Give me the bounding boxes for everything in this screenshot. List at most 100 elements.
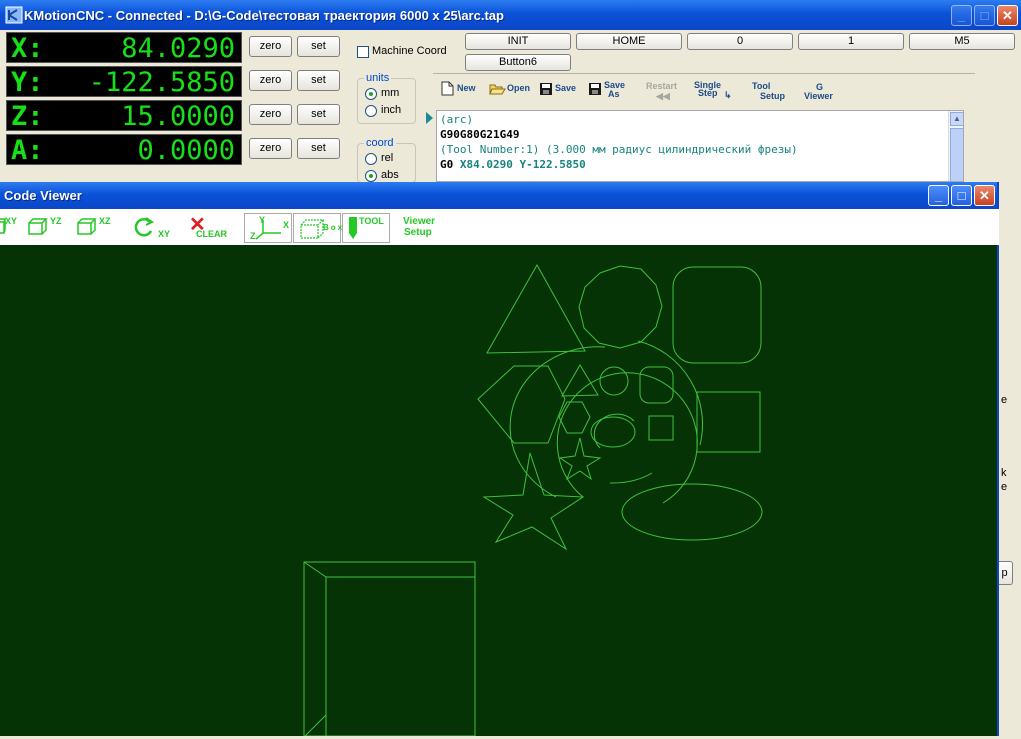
- view-xy-label: XY: [5, 216, 18, 226]
- partial-label: k: [1001, 467, 1007, 479]
- dro-value: 0.0000: [137, 135, 235, 166]
- set-z-button[interactable]: set: [297, 104, 340, 125]
- main-title-bar[interactable]: KMotionCNC - Connected - D:\G-Code\тесто…: [0, 0, 1021, 30]
- single-step-button[interactable]: Single Step ↳: [694, 80, 738, 102]
- show-tool-toggle[interactable]: TOOL: [342, 213, 390, 243]
- save-button[interactable]: Save: [539, 81, 583, 101]
- toolpath-drawing: [303, 263, 763, 737]
- save-disk-icon: [540, 83, 552, 95]
- stock-box-edge: [303, 561, 475, 736]
- coord-abs-label: abs: [381, 169, 399, 181]
- gcode-line: (Tool Number:1) (3.000 мм радиус цилиндр…: [440, 143, 798, 156]
- show-axes-toggle[interactable]: Y X Z: [244, 213, 292, 243]
- zero-a-button[interactable]: zero: [249, 138, 292, 159]
- dro-z: Z: 15.0000: [6, 100, 242, 132]
- toolpath-small-hexagon: [558, 401, 591, 434]
- g-viewer-button[interactable]: G Viewer: [802, 83, 842, 103]
- partial-label: e: [1001, 481, 1008, 493]
- toolpath-triangle: [486, 263, 586, 354]
- set-x-button[interactable]: set: [297, 36, 340, 57]
- axis-z-label: Z: [250, 231, 256, 241]
- units-mm-label: mm: [381, 87, 400, 99]
- single-step-label-2: Step: [698, 88, 718, 98]
- toolpath-arc: [556, 372, 698, 504]
- toolpath-canvas[interactable]: [0, 245, 997, 737]
- user-button-1[interactable]: 1: [798, 33, 904, 50]
- code-viewer-title-bar[interactable]: Code Viewer _ □ ✕: [0, 182, 999, 209]
- open-button[interactable]: Open: [489, 81, 535, 101]
- toolpath-square: [696, 391, 761, 453]
- cv-minimize-button[interactable]: _: [928, 185, 949, 206]
- toolpath-hexagon: [477, 365, 566, 444]
- tool-cutter-icon: [349, 217, 357, 239]
- m5-button[interactable]: M5: [909, 33, 1015, 50]
- units-group-title: units: [364, 72, 392, 84]
- toolpath-polygon: [578, 265, 663, 349]
- clear-label: CLEAR: [196, 229, 227, 239]
- tool-setup-button[interactable]: Tool Setup: [750, 81, 794, 103]
- cv-close-button[interactable]: ✕: [974, 185, 995, 206]
- open-folder-icon: [489, 84, 506, 95]
- gcode-command: G0: [440, 158, 454, 171]
- dro-value: 84.0290: [121, 33, 235, 64]
- rewind-icon: ◀◀: [656, 91, 670, 101]
- zero-y-button[interactable]: zero: [249, 70, 292, 91]
- partial-button[interactable]: p: [997, 561, 1013, 585]
- coord-abs-radio[interactable]: [365, 170, 377, 182]
- close-button[interactable]: ✕: [997, 5, 1018, 26]
- scrollbar-thumb[interactable]: [950, 128, 963, 181]
- viewer-setup-button[interactable]: Viewer Setup: [402, 216, 444, 240]
- dro-y: Y: -122.5850: [6, 66, 242, 98]
- init-button[interactable]: INIT: [465, 33, 571, 50]
- dro-axis-label: X:: [11, 33, 44, 64]
- view-xy-button[interactable]: XY: [0, 216, 22, 238]
- minimize-button[interactable]: _: [951, 5, 972, 26]
- gcode-line: (arc): [440, 113, 474, 126]
- restart-button[interactable]: Restart ◀◀: [644, 81, 686, 103]
- units-group: [357, 78, 416, 124]
- view-yz-button[interactable]: YZ: [28, 216, 70, 238]
- coord-rel-radio[interactable]: [365, 153, 377, 165]
- dro-value: -122.5850: [88, 67, 235, 98]
- toolpath-small-square: [648, 415, 674, 441]
- stock-box: [303, 561, 476, 737]
- gcode-scrollbar[interactable]: ▲: [948, 111, 963, 181]
- show-box-toggle[interactable]: Box: [293, 213, 342, 243]
- home-button[interactable]: HOME: [576, 33, 682, 50]
- view-xz-button[interactable]: XZ: [77, 216, 119, 238]
- units-mm-radio[interactable]: [365, 88, 377, 100]
- machine-coord-checkbox[interactable]: [357, 46, 369, 58]
- new-button[interactable]: New: [441, 81, 481, 101]
- save-as-button[interactable]: Save As: [588, 81, 632, 101]
- zero-z-button[interactable]: zero: [249, 104, 292, 125]
- clear-button[interactable]: ✕ CLEAR: [189, 214, 233, 241]
- set-a-button[interactable]: set: [297, 138, 340, 159]
- button6[interactable]: Button6: [465, 54, 571, 71]
- cube-yz-icon: [28, 218, 48, 235]
- scroll-up-icon[interactable]: ▲: [950, 112, 963, 126]
- rotate-xy-button[interactable]: XY: [134, 216, 174, 240]
- toolpath-star: [482, 452, 585, 551]
- machine-coord-label: Machine Coord: [372, 45, 447, 57]
- dro-x: X: 84.0290: [6, 32, 242, 64]
- units-inch-radio[interactable]: [365, 105, 377, 117]
- maximize-button[interactable]: □: [974, 5, 995, 26]
- window-border: [997, 182, 999, 736]
- cv-maximize-button[interactable]: □: [951, 185, 972, 206]
- axes-icon: [255, 220, 281, 240]
- toolpath-arc: [637, 340, 704, 446]
- new-label: New: [457, 83, 476, 93]
- rotate-xy-label: XY: [158, 229, 171, 239]
- gcode-editor[interactable]: (arc) G90G80G21G49 (Tool Number:1) (3.00…: [436, 110, 964, 182]
- save-as-label-2: As: [608, 89, 620, 99]
- cube-xz-icon: [77, 218, 97, 235]
- set-y-button[interactable]: set: [297, 70, 340, 91]
- user-button-0[interactable]: 0: [687, 33, 793, 50]
- zero-x-button[interactable]: zero: [249, 36, 292, 57]
- toolpath-inner-arc: [609, 472, 653, 484]
- view-xz-label: XZ: [99, 216, 111, 226]
- step-arrow-icon: ↳: [724, 90, 732, 100]
- restart-label: Restart: [646, 81, 678, 91]
- view-yz-label: YZ: [50, 216, 62, 226]
- units-inch-label: inch: [381, 104, 402, 116]
